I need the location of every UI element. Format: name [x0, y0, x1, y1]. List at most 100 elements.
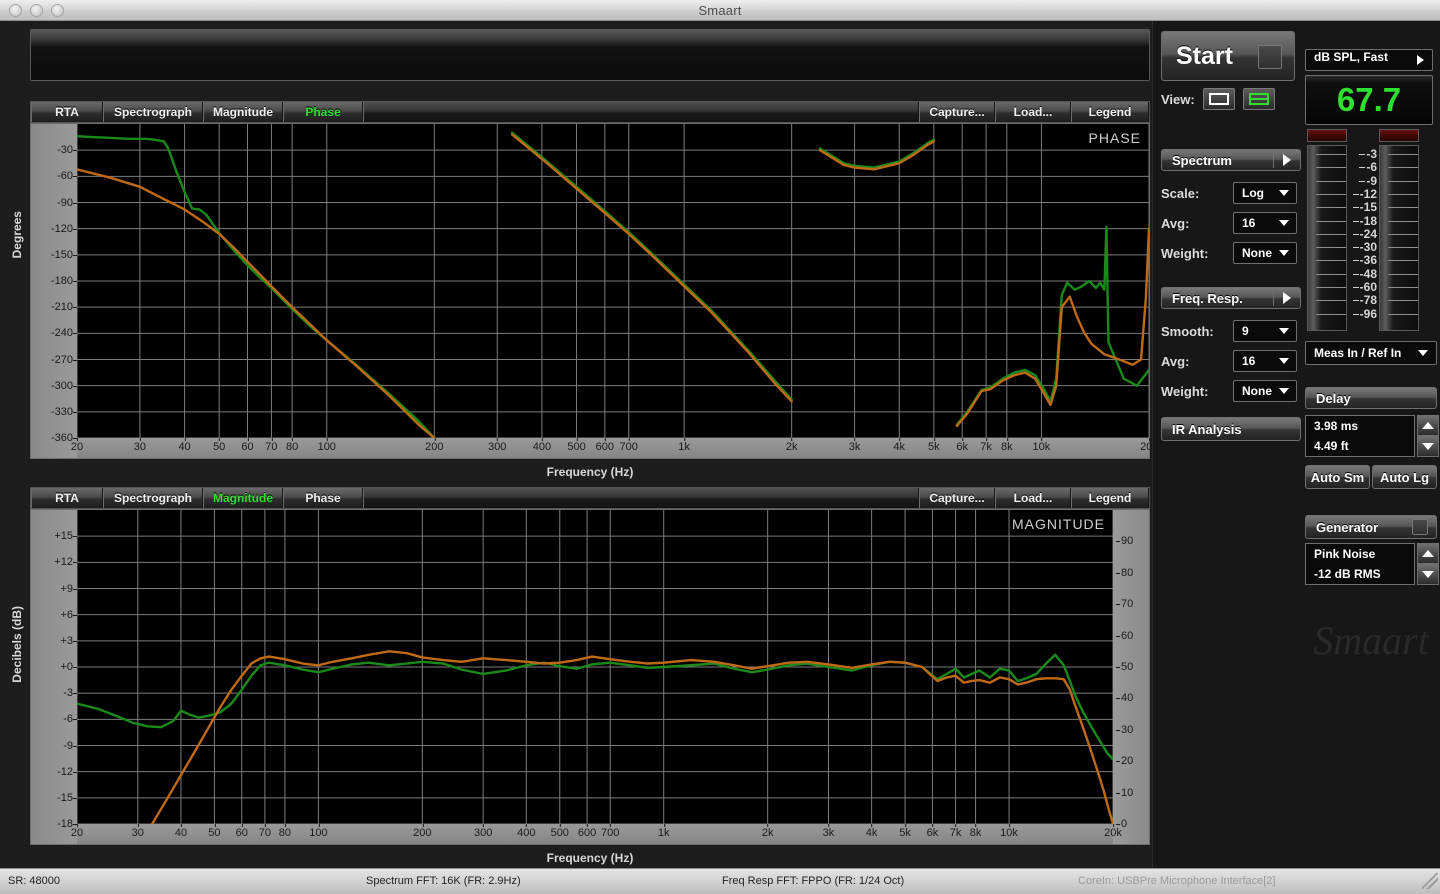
tab-phase-lower[interactable]: Phase — [283, 488, 363, 508]
meter-segment — [1388, 260, 1418, 261]
capture-button-lower[interactable]: Capture... — [919, 488, 995, 508]
y-tick-label: -9 — [63, 740, 73, 752]
y-tick-label: -12 — [57, 766, 73, 778]
tab-spectrograph-upper[interactable]: Spectrograph — [103, 102, 203, 122]
input-source-select[interactable]: Meas In / Ref In — [1305, 341, 1437, 365]
spectrum-section-button[interactable]: Spectrum — [1161, 149, 1301, 171]
smaart-watermark-logo: Smaart — [1305, 609, 1437, 671]
spectrum-avg-select[interactable]: 16 — [1233, 212, 1297, 234]
meter-scale-tick: -48 — [1360, 267, 1377, 281]
delay-stepper[interactable] — [1417, 415, 1439, 457]
spl-mode-label: dB SPL, Fast — [1314, 50, 1388, 64]
freq-resp-weight-select[interactable]: None — [1233, 380, 1297, 402]
x-tick-label: 100 — [309, 827, 327, 839]
x-tick-label: 80 — [286, 441, 298, 453]
spectrum-scale-value: Log — [1242, 186, 1264, 200]
arrow-up-icon — [1422, 550, 1434, 557]
tab-magnitude-upper[interactable]: Magnitude — [203, 102, 283, 122]
window-titlebar: Smaart — [0, 0, 1440, 21]
coherence-tick-label: 40 — [1121, 692, 1133, 704]
delay-time-value: 3.98 ms — [1314, 416, 1414, 436]
x-tick-label: 8k — [970, 827, 982, 839]
meter-segment — [1388, 167, 1418, 168]
start-button-label: Start — [1176, 42, 1233, 71]
freq-resp-avg-value: 16 — [1242, 354, 1255, 368]
plot-area: RTA Spectrograph Magnitude Phase Capture… — [0, 21, 1152, 868]
spl-mode-selector[interactable]: dB SPL, Fast — [1305, 49, 1433, 71]
legend-button-upper[interactable]: Legend — [1071, 102, 1149, 122]
x-tick-label: 400 — [517, 827, 535, 839]
y-tick-label: -330 — [51, 406, 73, 418]
y-tick-label: +9 — [60, 583, 73, 595]
load-button-upper[interactable]: Load... — [995, 102, 1071, 122]
y-tick-label: +3 — [60, 635, 73, 647]
x-tick-label: 1k — [678, 441, 690, 453]
generator-stepper[interactable] — [1417, 543, 1439, 585]
load-button-lower[interactable]: Load... — [995, 488, 1071, 508]
spectrum-scale-select[interactable]: Log — [1233, 182, 1297, 204]
upper-pane-tabbar: RTA Spectrograph Magnitude Phase Capture… — [30, 101, 1150, 123]
meter-segment — [1316, 314, 1346, 315]
y-tick-label: +15 — [54, 530, 73, 542]
freq-resp-avg-select[interactable]: 16 — [1233, 350, 1297, 372]
ir-analysis-button[interactable]: IR Analysis — [1161, 417, 1301, 441]
tab-spectrograph-lower[interactable]: Spectrograph — [103, 488, 203, 508]
delay-section-button[interactable]: Delay — [1305, 387, 1437, 409]
meter-segment — [1316, 221, 1346, 222]
meter-segment — [1388, 194, 1418, 195]
auto-small-delay-button[interactable]: Auto Sm — [1305, 465, 1370, 489]
spectrum-weight-select[interactable]: None — [1233, 242, 1297, 264]
trace-captured-wrap3 — [820, 141, 934, 169]
meter-segment — [1388, 234, 1418, 235]
view-dual-pane-button[interactable] — [1243, 88, 1275, 110]
freq-resp-avg-row: Avg: 16 — [1161, 349, 1301, 373]
tab-magnitude-lower[interactable]: Magnitude — [203, 488, 283, 508]
meter-segment — [1388, 300, 1418, 301]
y-tick-label: -180 — [51, 275, 73, 287]
delay-distance-value: 4.49 ft — [1314, 436, 1414, 456]
x-tick-label: 6k — [927, 827, 939, 839]
generator-increment-button[interactable] — [1417, 543, 1439, 564]
delay-readout[interactable]: 3.98 ms 4.49 ft — [1305, 415, 1415, 457]
x-tick-label: 1k — [658, 827, 670, 839]
view-single-pane-button[interactable] — [1203, 88, 1235, 110]
x-tick-label: 600 — [596, 441, 614, 453]
meter-segment — [1316, 167, 1346, 168]
y-tick-label: -6 — [63, 713, 73, 725]
meter-segment — [1388, 274, 1418, 275]
peak-indicator-left[interactable] — [1307, 129, 1347, 142]
delay-increment-button[interactable] — [1417, 415, 1439, 436]
freq-resp-section-button[interactable]: Freq. Resp. — [1161, 287, 1301, 309]
meter-segment — [1388, 221, 1418, 222]
spectrum-divider — [1273, 152, 1274, 168]
control-rail: Start View: dB SPL, Fast 67.7 Spectrum — [1152, 21, 1440, 868]
y-tick-label: -120 — [51, 223, 73, 235]
tab-rta-lower[interactable]: RTA — [31, 488, 103, 508]
status-bar: SR: 48000 Spectrum FFT: 16K (FR: 2.9Hz) … — [0, 868, 1440, 894]
x-tick-label: 5k — [899, 827, 911, 839]
spectrum-avg-row: Avg: 16 — [1161, 211, 1301, 235]
tab-phase-upper[interactable]: Phase — [283, 102, 363, 122]
legend-button-lower[interactable]: Legend — [1071, 488, 1149, 508]
freq-resp-smooth-select[interactable]: 9 — [1233, 320, 1297, 342]
start-button[interactable]: Start — [1161, 31, 1295, 81]
generator-decrement-button[interactable] — [1417, 564, 1439, 585]
x-tick-label: 8k — [1001, 441, 1013, 453]
peak-indicator-right[interactable] — [1379, 129, 1419, 142]
auto-large-delay-button[interactable]: Auto Lg — [1372, 465, 1437, 489]
delay-decrement-button[interactable] — [1417, 436, 1439, 457]
generator-readout[interactable]: Pink Noise -12 dB RMS — [1305, 543, 1415, 585]
chevron-right-icon — [1283, 292, 1291, 304]
meter-segment — [1388, 181, 1418, 182]
resize-grip-icon[interactable] — [1422, 873, 1438, 889]
tab-rta-upper[interactable]: RTA — [31, 102, 103, 122]
capture-button-upper[interactable]: Capture... — [919, 102, 995, 122]
x-tick-label: 30 — [132, 827, 144, 839]
chevron-down-icon — [1279, 250, 1289, 256]
x-tick-label: 30 — [134, 441, 146, 453]
dual-pane-icon — [1249, 93, 1269, 105]
magnitude-plot-canvas[interactable]: MAGNITUDE — [77, 510, 1113, 824]
generator-button[interactable]: Generator — [1305, 515, 1437, 539]
phase-plot-canvas[interactable]: PHASE — [77, 124, 1149, 438]
meter-scale-tick: -36 — [1360, 253, 1377, 267]
